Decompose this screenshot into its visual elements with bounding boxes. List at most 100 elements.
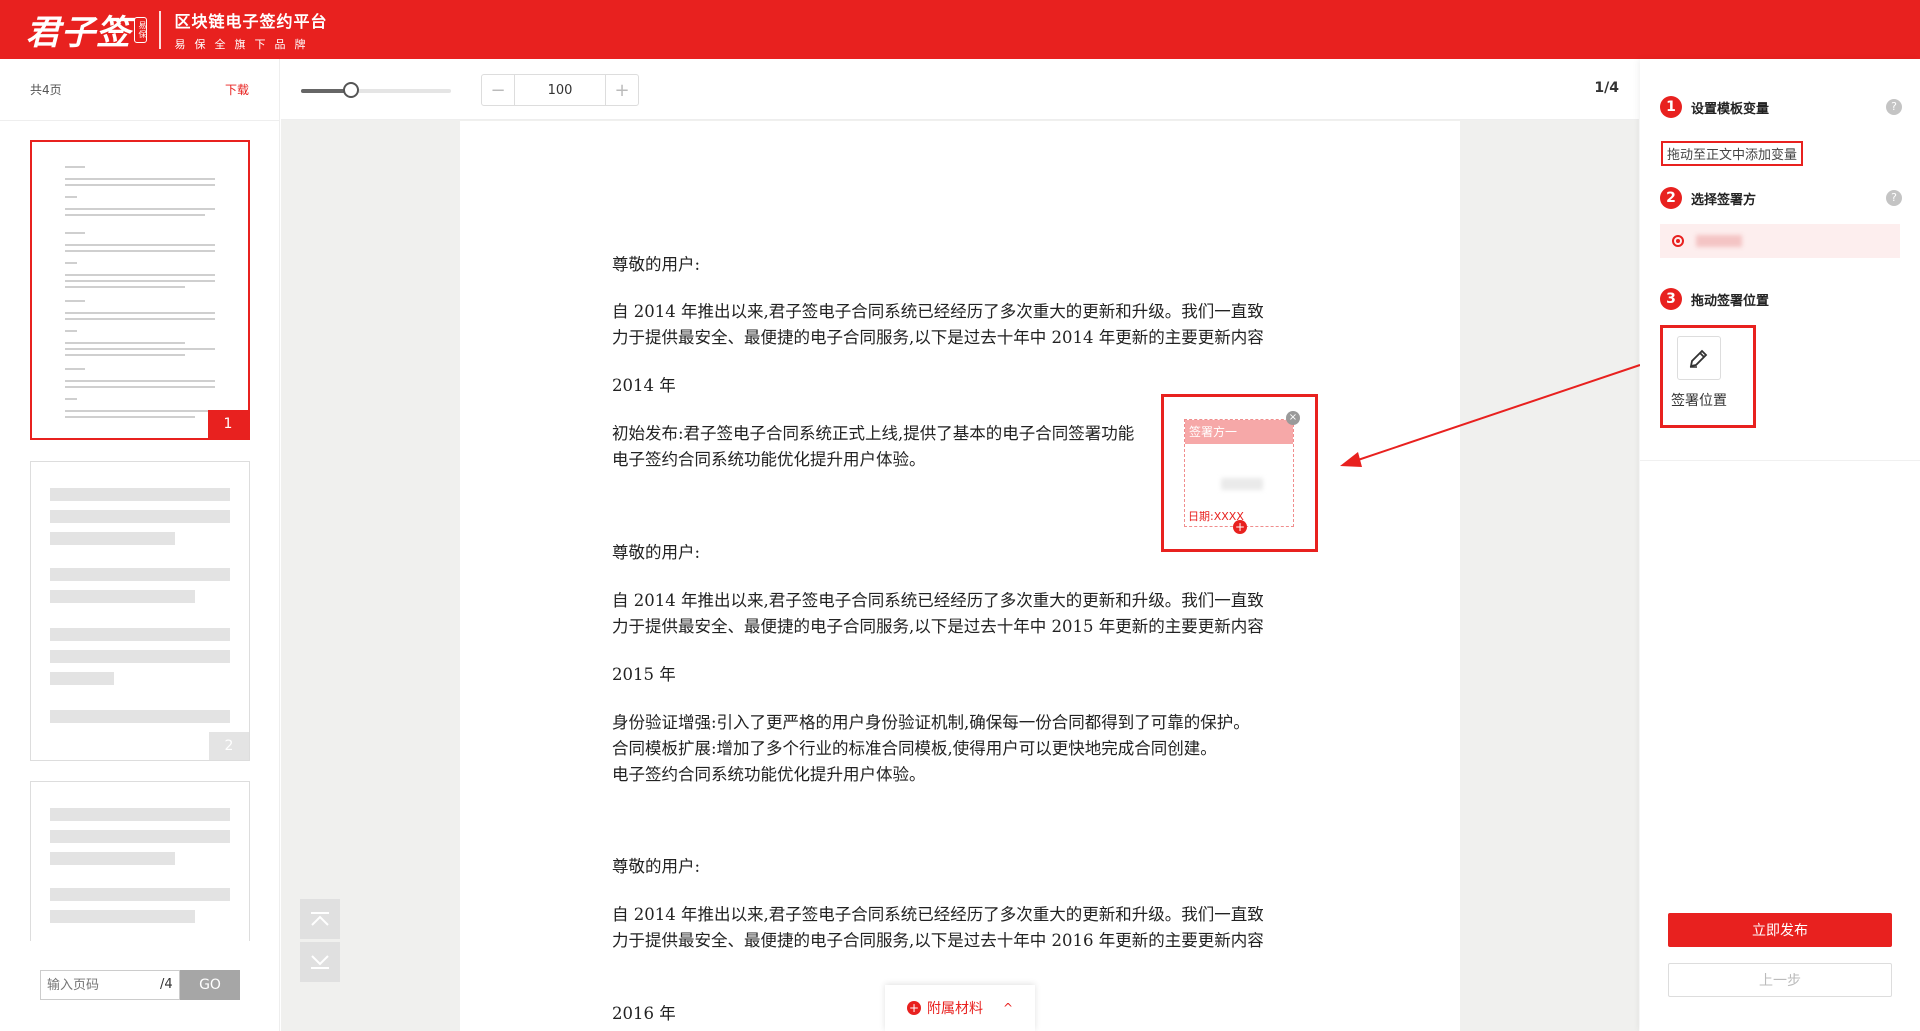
- download-link[interactable]: 下载: [225, 81, 249, 98]
- doc-paragraph: 自 2014 年推出以来,君子签电子合同系统已经经历了多次重大的更新和升级。我们…: [612, 905, 1264, 924]
- app-header: 君子签 易保 区块链电子签约平台 易保全旗下品牌: [0, 0, 1920, 59]
- help-icon[interactable]: ?: [1886, 190, 1902, 206]
- page-count: 共4页: [30, 83, 62, 97]
- mini-text-line: [65, 250, 215, 252]
- mini-text-line: [65, 368, 85, 370]
- step-title: 拖动签署位置: [1691, 293, 1770, 309]
- logo-divider: [159, 10, 161, 49]
- placeholder-bar: [50, 488, 230, 501]
- viewer-toolbar: − 100 + 1/4: [281, 59, 1639, 120]
- page-thumbnail-1[interactable]: 1: [30, 140, 250, 440]
- doc-paragraph: 尊敬的用户:: [612, 857, 701, 876]
- publish-button[interactable]: 立即发布: [1668, 913, 1892, 947]
- mini-text-line: [65, 386, 215, 388]
- doc-paragraph: 力于提供最安全、最便捷的电子合同服务,以下是过去十年中 2014 年更新的主要更…: [612, 328, 1264, 347]
- mini-text-line: [65, 196, 77, 198]
- scroll-to-top-button[interactable]: [300, 899, 340, 939]
- divider: [1640, 460, 1920, 461]
- page-thumbnail-3[interactable]: [30, 781, 250, 941]
- mini-text-line: [65, 262, 77, 264]
- doc-paragraph: 电子签约合同系统功能优化提升用户体验。: [612, 765, 926, 784]
- logo-seal: 易保: [134, 16, 147, 43]
- step-drag-signature: 3 拖动签署位置: [1660, 288, 1769, 310]
- mini-text-line: [65, 232, 85, 234]
- chevron-down-icon: [311, 955, 329, 969]
- platform-subtitle: 易保全旗下品牌: [174, 37, 315, 51]
- mini-text-line: [65, 214, 205, 216]
- chevron-up-icon: ^: [1002, 1001, 1014, 1015]
- close-icon[interactable]: ×: [1286, 411, 1300, 425]
- signature-field[interactable]: 签署方一 × 日期:XXXX +: [1184, 411, 1300, 534]
- doc-heading: 2015 年: [612, 665, 676, 684]
- mini-text-line: [65, 208, 215, 210]
- attachments-toggle[interactable]: + 附属材料 ^: [885, 985, 1035, 1031]
- step-title: 设置模板变量: [1691, 101, 1770, 117]
- mini-text-line: [65, 410, 215, 412]
- placeholder-bar: [50, 650, 230, 663]
- add-icon: +: [906, 1001, 921, 1015]
- placeholder-bar: [50, 910, 195, 923]
- zoom-slider-handle[interactable]: [343, 82, 359, 98]
- mini-text-line: [65, 398, 77, 400]
- signer-option[interactable]: [1660, 224, 1900, 258]
- move-handle-icon[interactable]: +: [1233, 520, 1247, 534]
- mini-text-line: [65, 274, 215, 276]
- mini-text-line: [65, 354, 185, 356]
- doc-paragraph: 力于提供最安全、最便捷的电子合同服务,以下是过去十年中 2015 年更新的主要更…: [612, 617, 1264, 636]
- help-icon[interactable]: ?: [1886, 99, 1902, 115]
- step-title: 选择签署方: [1691, 192, 1757, 208]
- page-thumbnail-2[interactable]: 2: [30, 461, 250, 761]
- scroll-to-bottom-button[interactable]: [300, 942, 340, 982]
- doc-paragraph: 自 2014 年推出以来,君子签电子合同系统已经经历了多次重大的更新和升级。我们…: [612, 302, 1264, 321]
- placeholder-bar: [50, 888, 230, 901]
- mini-text-line: [65, 178, 215, 180]
- brand-logo[interactable]: 君子签 易保: [26, 5, 147, 54]
- logo-text: 君子签: [26, 13, 131, 53]
- settings-panel: 1 设置模板变量 ? 拖动至正文中添加变量 2 选择签署方 ? 3 拖动签署位置…: [1640, 59, 1920, 1031]
- thumbnail-header: 共4页 下载: [0, 59, 279, 121]
- previous-step-button[interactable]: 上一步: [1668, 963, 1892, 997]
- page-jump: /4 GO: [40, 970, 240, 1000]
- step-select-signer: 2 选择签署方: [1660, 187, 1756, 209]
- radio-selected-icon[interactable]: [1672, 235, 1684, 247]
- placeholder-bar: [50, 568, 230, 581]
- signer-name-redacted: [1696, 235, 1742, 247]
- mini-text-line: [65, 280, 215, 282]
- mini-text-line: [65, 348, 215, 350]
- signature-field-title: 签署方一: [1185, 420, 1293, 444]
- zoom-value[interactable]: 100: [514, 75, 606, 105]
- step-number: 2: [1660, 187, 1682, 209]
- template-variable-tag[interactable]: 拖动至正文中添加变量: [1661, 141, 1804, 166]
- mini-text-line: [65, 330, 77, 332]
- mini-text-line: [65, 244, 215, 246]
- page-total: /4: [160, 977, 173, 992]
- doc-paragraph: 身份验证增强:引入了更严格的用户身份验证机制,确保每一份合同都得到了可靠的保护。: [612, 713, 1250, 732]
- zoom-in-button[interactable]: +: [606, 75, 638, 105]
- doc-paragraph: 力于提供最安全、最便捷的电子合同服务,以下是过去十年中 2016 年更新的主要更…: [612, 931, 1264, 950]
- placeholder-bar: [50, 808, 230, 821]
- placeholder-bar: [50, 628, 230, 641]
- thumbnail-page-number: 2: [209, 732, 249, 760]
- signature-field-highlight: 签署方一 × 日期:XXXX +: [1161, 394, 1318, 552]
- placeholder-bar: [50, 852, 175, 865]
- doc-paragraph: 尊敬的用户:: [612, 255, 701, 274]
- signature-position-draggable[interactable]: 签署位置: [1660, 325, 1756, 428]
- placeholder-bar: [50, 590, 195, 603]
- mini-text-line: [65, 184, 215, 186]
- mini-text-line: [65, 416, 195, 418]
- mini-text-line: [65, 380, 215, 382]
- thumbnail-sidebar: 共4页 下载 1 2 输入页码 /4 GO: [0, 59, 280, 1031]
- platform-title: 区块链电子签约平台: [174, 11, 328, 31]
- go-button[interactable]: GO: [180, 970, 240, 1000]
- page-number-input[interactable]: [40, 970, 180, 1000]
- step-number: 1: [1660, 96, 1682, 118]
- placeholder-bar: [50, 710, 230, 723]
- placeholder-bar: [50, 510, 230, 523]
- step-template-variables: 1 设置模板变量: [1660, 96, 1769, 118]
- doc-paragraph: 自 2014 年推出以来,君子签电子合同系统已经经历了多次重大的更新和升级。我们…: [612, 591, 1264, 610]
- signature-placeholder: [1221, 478, 1263, 490]
- mini-text-line: [65, 312, 215, 314]
- brand-subtitle: 区块链电子签约平台 易保全旗下品牌: [175, 8, 328, 52]
- mini-text-line: [65, 300, 85, 302]
- zoom-out-button[interactable]: −: [482, 75, 514, 105]
